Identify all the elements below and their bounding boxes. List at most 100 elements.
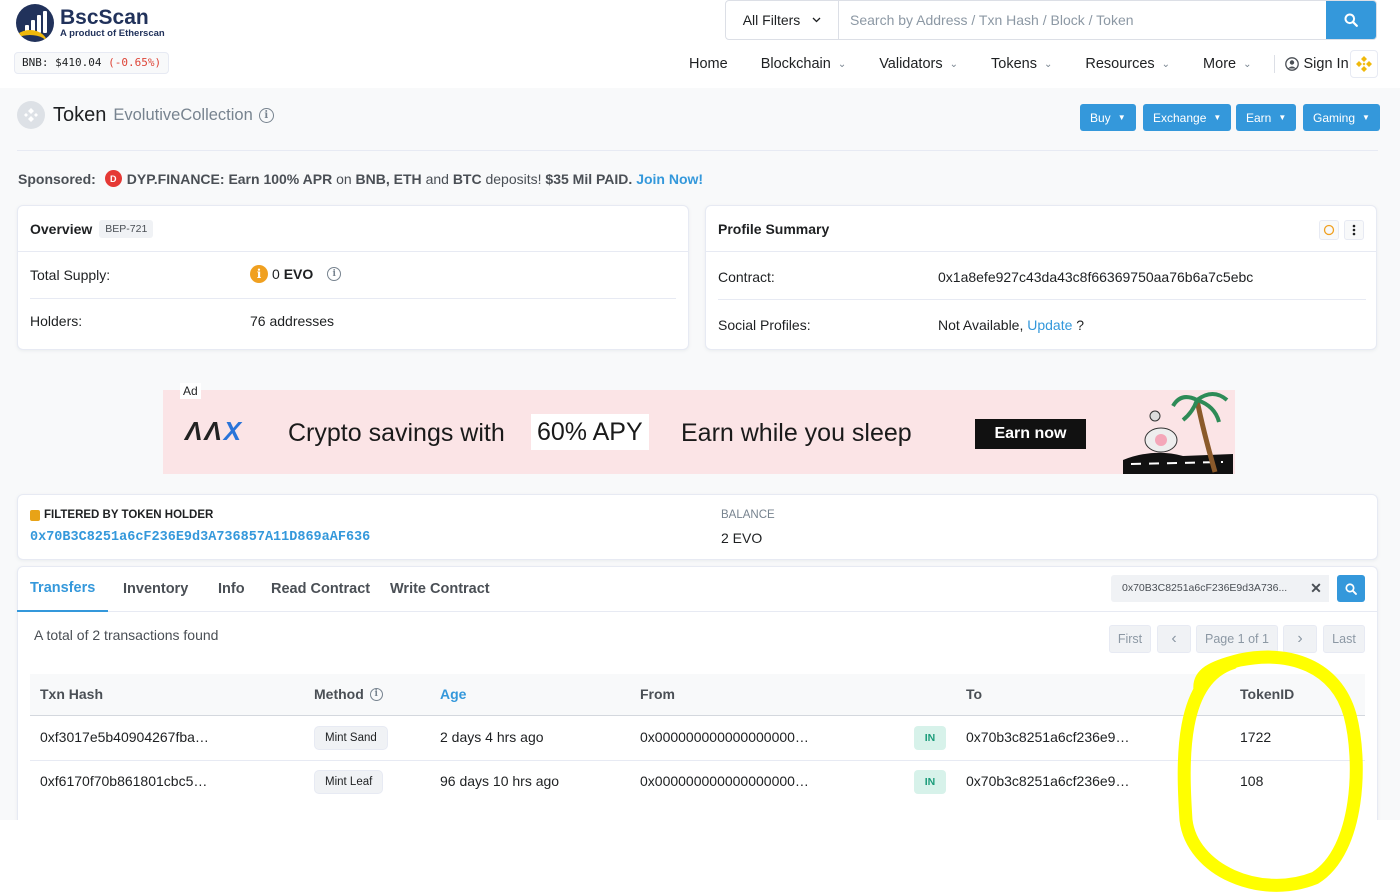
sponsored-t3: BNB, ETH xyxy=(355,170,422,187)
info-icon[interactable]: i xyxy=(369,687,383,701)
col-from: From xyxy=(640,686,675,702)
col-method-label: Method xyxy=(314,686,364,702)
ad-banner[interactable]: ΛΛX Crypto savings with 60% APY Earn whi… xyxy=(163,390,1235,474)
search-filter-dropdown[interactable]: All Filters xyxy=(726,1,839,39)
row2-txn-hash-link[interactable]: 0xf6170f70b861801cbc5… xyxy=(40,773,207,789)
sign-in-label: Sign In xyxy=(1303,56,1349,72)
row1-from-link[interactable]: 0x000000000000000000… xyxy=(640,729,809,745)
search-icon xyxy=(1345,582,1357,595)
divider xyxy=(17,150,1378,151)
sponsored-brand: DYP.FINANCE: xyxy=(126,170,225,187)
sponsored-t5: BTC xyxy=(452,170,482,187)
search-button[interactable] xyxy=(1326,1,1376,39)
tab-info[interactable]: Info xyxy=(218,566,245,612)
aax-logo-a: ΛΛ xyxy=(185,416,224,446)
token-logo-icon xyxy=(17,101,45,129)
more-options-button[interactable] xyxy=(1344,220,1364,240)
row1-direction-badge: IN xyxy=(914,726,946,750)
filter-title-label: FILTERED BY TOKEN HOLDER xyxy=(44,509,214,521)
row-divider xyxy=(30,760,1365,761)
info-icon[interactable]: i xyxy=(327,267,342,281)
page-indicator: Page 1 of 1 xyxy=(1196,625,1278,653)
bnb-price: BNB: $410.04 (-0.65%) xyxy=(14,52,170,74)
col-age[interactable]: Age xyxy=(440,686,466,702)
search-input[interactable] xyxy=(839,1,1326,39)
chevron-down-icon: ⌄ xyxy=(1243,58,1252,70)
sponsored-label: Sponsored: xyxy=(18,170,96,187)
chevron-down-icon: ▼ xyxy=(1117,113,1126,122)
pager-next-button[interactable]: › xyxy=(1283,625,1317,653)
bnb-price-value: BNB: $410.04 xyxy=(22,56,102,69)
total-supply-label: Total Supply: xyxy=(30,267,111,283)
row1-txn-hash-link[interactable]: 0xf3017e5b40904267fba… xyxy=(40,729,209,745)
nav-validators[interactable]: Validators ⌄ xyxy=(879,56,958,72)
ad-cta-button[interactable]: Earn now xyxy=(975,419,1086,449)
update-link[interactable]: Update xyxy=(1027,317,1072,333)
social-q: ? xyxy=(1076,317,1085,333)
page-title: Token EvolutiveCollection i xyxy=(17,101,274,129)
contract-address-link[interactable]: 0x1a8efe927c43da43c8f66369750aa76b6a7c5e… xyxy=(938,269,1253,285)
sponsored-bar: Sponsored: D DYP.FINANCE: Earn 100% APR … xyxy=(18,170,703,187)
header: BscScan A product of Etherscan BNB: $410… xyxy=(0,0,1400,88)
earn-label: Earn xyxy=(1246,110,1272,125)
tab-read-contract[interactable]: Read Contract xyxy=(271,566,370,612)
row2-method-badge: Mint Leaf xyxy=(314,770,384,794)
balance-label: BALANCE xyxy=(721,509,775,521)
nav-resources[interactable]: Resources ⌄ xyxy=(1085,56,1170,72)
nav-home[interactable]: Home xyxy=(689,56,728,72)
aax-logo: ΛΛX xyxy=(185,416,243,447)
chevron-down-icon: ⌄ xyxy=(1043,58,1053,70)
total-supply-value: i 0 EVO i xyxy=(250,265,342,283)
nav-tokens-label: Tokens xyxy=(991,56,1037,72)
search-bar: All Filters xyxy=(725,0,1377,40)
main-nav: Home Blockchain ⌄ Validators ⌄ Tokens ⌄ Res… xyxy=(689,55,1377,73)
logo-title: BscScan xyxy=(60,6,149,30)
pager-prev-button[interactable]: ‹ xyxy=(1157,625,1191,653)
bnb-price-change: (-0.65%) xyxy=(108,56,162,69)
pager-last-button[interactable]: Last xyxy=(1323,625,1365,653)
tab-write-contract[interactable]: Write Contract xyxy=(390,566,490,612)
holder-address-link[interactable]: 0x70B3C8251a6cF236E9d3A736857A11D869aAF6… xyxy=(30,530,370,545)
bscscan-logo-icon xyxy=(16,4,54,42)
chevron-down-icon: ▼ xyxy=(1362,113,1370,122)
row2-from-link[interactable]: 0x000000000000000000… xyxy=(640,773,809,789)
sign-in-link[interactable]: Sign In xyxy=(1285,56,1349,72)
nav-tokens[interactable]: Tokens ⌄ xyxy=(991,56,1052,72)
token-holder-icon xyxy=(30,509,40,521)
sponsored-t2: on xyxy=(336,170,352,187)
balance-value: 2 EVO xyxy=(721,530,763,546)
buy-button[interactable]: Buy ▼ xyxy=(1080,104,1136,131)
holders-value: 76 addresses xyxy=(250,313,335,329)
gaming-label: Gaming xyxy=(1313,110,1356,125)
chevron-down-icon: ⌄ xyxy=(1161,58,1171,70)
info-icon[interactable]: i xyxy=(258,107,274,123)
clear-filter-button[interactable]: ✕ xyxy=(1303,575,1329,602)
row2-token-id-link[interactable]: 108 xyxy=(1240,773,1263,789)
tab-transfers[interactable]: Transfers xyxy=(17,566,109,612)
address-filter-input[interactable]: 0x70B3C8251a6cF236E9d3A736... xyxy=(1111,575,1303,602)
row-divider xyxy=(718,299,1366,300)
palm-tree-illustration xyxy=(1123,392,1233,474)
title-token-label: Token xyxy=(53,103,107,126)
nav-blockchain[interactable]: Blockchain ⌄ xyxy=(761,56,847,72)
social-profiles-value: Not Available, Update ? xyxy=(938,317,1084,333)
row1-token-id-link[interactable]: 1722 xyxy=(1240,729,1271,745)
profile-summary-header: Profile Summary xyxy=(706,206,1376,252)
overview-card: Overview BEP-721 xyxy=(17,205,689,350)
sponsored-t4: and xyxy=(425,170,449,187)
supply-unit: EVO xyxy=(283,266,314,282)
exchange-button[interactable]: Exchange ▼ xyxy=(1143,104,1232,131)
logo[interactable]: BscScan A product of Etherscan xyxy=(16,4,165,42)
status-circle-button[interactable] xyxy=(1319,220,1339,240)
chevron-down-icon: ⌄ xyxy=(949,58,958,70)
nav-more[interactable]: More ⌄ xyxy=(1203,56,1251,72)
pager-first-button[interactable]: First xyxy=(1109,625,1151,653)
sponsored-cta-link[interactable]: Join Now! xyxy=(636,171,703,187)
tab-inventory[interactable]: Inventory xyxy=(123,566,188,612)
gaming-button[interactable]: Gaming ▼ xyxy=(1303,104,1380,131)
transaction-count: A total of 2 transactions found xyxy=(34,627,219,643)
network-switch-button[interactable] xyxy=(1350,50,1378,78)
earn-button[interactable]: Earn ▼ xyxy=(1236,104,1297,131)
filter-search-button[interactable] xyxy=(1337,575,1365,602)
nav-home-label: Home xyxy=(689,56,728,72)
